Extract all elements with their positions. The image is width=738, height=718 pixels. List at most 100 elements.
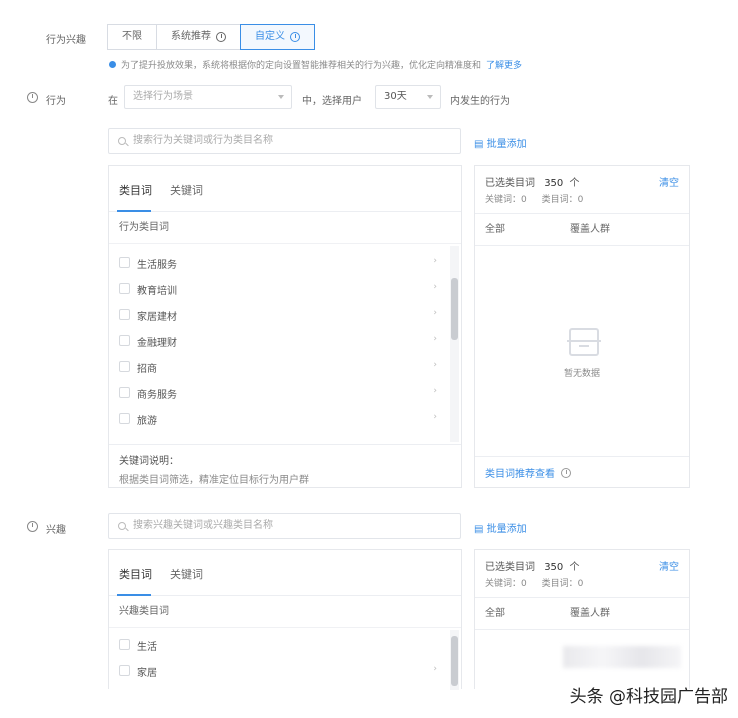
clear-button[interactable]: 清空 <box>659 174 679 189</box>
list-item-label: 商务服务 <box>137 390 177 401</box>
list-item[interactable]: 生活 <box>109 632 443 658</box>
behavior-search-input[interactable]: 搜索行为关键词或行为类目名称 <box>108 128 461 154</box>
checkbox[interactable] <box>119 309 130 320</box>
mode-tab-label: 自定义 <box>255 31 285 42</box>
mode-tab-unlimited[interactable]: 不限 <box>107 24 157 50</box>
list-item[interactable]: 旅游 › <box>109 406 443 432</box>
list-item-label: 教育培训 <box>137 286 177 297</box>
clear-button[interactable]: 清空 <box>659 558 679 573</box>
list-item-label: 金融理财 <box>137 338 177 349</box>
behavior-search-placeholder: 搜索行为关键词或行为类目名称 <box>133 135 273 146</box>
selected-footer: 类目词推荐查看 <box>475 456 689 487</box>
tab-category-words[interactable]: 类目词 <box>119 566 152 582</box>
scrollbar[interactable] <box>450 246 459 442</box>
scrollbar-thumb[interactable] <box>451 636 458 686</box>
tab-keywords[interactable]: 关键词 <box>170 566 203 582</box>
section-label-behavior-interest: 行为兴趣 <box>46 35 86 46</box>
mode-tab-label: 系统推荐 <box>171 31 211 42</box>
clock-icon <box>290 32 300 42</box>
list-item-label: 旅游 <box>137 416 157 427</box>
checkbox[interactable] <box>119 639 130 650</box>
chevron-right-icon: › <box>433 412 437 422</box>
chevron-down-icon <box>278 95 284 99</box>
selected-unit: 个 <box>569 562 580 573</box>
checkbox[interactable] <box>119 387 130 398</box>
checkbox[interactable] <box>119 361 130 372</box>
interest-search-placeholder: 搜索兴趣关键词或兴趣类目名称 <box>133 520 273 531</box>
list-item-label: 家居建材 <box>137 312 177 323</box>
mode-tab-recommend[interactable]: 系统推荐 <box>156 24 241 50</box>
behavior-desc-text: 根据类目词筛选，精准定位目标行为用户群 <box>119 475 309 486</box>
selected-title: 已选类目词 <box>485 562 535 573</box>
empty-text: 暂无数据 <box>563 369 600 379</box>
behavior-desc: 关键词说明： 根据类目词筛选，精准定位目标行为用户群 <box>109 444 461 487</box>
behavior-desc-title: 关键词说明： <box>119 456 179 467</box>
interest-search-input[interactable]: 搜索兴趣关键词或兴趣类目名称 <box>108 513 461 539</box>
chevron-down-icon <box>427 95 433 99</box>
interest-panel-subhead: 兴趣类目词 <box>109 596 461 628</box>
selected-header: 已选类目词 350 个 清空 关键词：0 类目词：0 <box>475 166 689 214</box>
chevron-right-icon: › <box>433 386 437 396</box>
mode-tab-label: 不限 <box>122 31 142 42</box>
list-item[interactable]: 商务服务 › <box>109 380 443 406</box>
notice-link[interactable]: 了解更多 <box>486 58 522 71</box>
behavior-word-panel: 类目词 关键词 行为类目词 生活服务 › 教育培训 › 家居建材 › 金融理财 … <box>108 165 462 488</box>
list-item[interactable]: 招商 › <box>109 354 443 380</box>
chevron-right-icon: › <box>433 308 437 318</box>
col-all[interactable]: 全部 <box>485 214 505 246</box>
interest-panel-tabs: 类目词 关键词 <box>109 550 461 596</box>
mode-tab-custom[interactable]: 自定义 <box>240 24 315 50</box>
clock-icon <box>27 92 38 103</box>
selected-count: 350 <box>544 178 564 189</box>
list-item-label: 生活 <box>137 642 157 653</box>
chevron-right-icon: › <box>433 360 437 370</box>
selected-columns: 全部 覆盖人群 <box>475 214 689 246</box>
behavior-days-value: 30天 <box>384 91 407 102</box>
scrollbar[interactable] <box>450 630 459 690</box>
list-item-label: 招商 <box>137 364 157 375</box>
behavior-middle-text: 中，选择用户 <box>302 96 362 107</box>
scrollbar-thumb[interactable] <box>451 278 458 340</box>
behavior-days-select[interactable]: 30天 <box>375 85 441 109</box>
behavior-label: 行为 <box>46 96 66 107</box>
tab-category-words[interactable]: 类目词 <box>119 182 152 198</box>
checkbox[interactable] <box>119 283 130 294</box>
interest-batch-add-button[interactable]: ▤ 批量添加 <box>474 520 527 535</box>
batch-add-label: 批量添加 <box>486 139 527 150</box>
footer-link[interactable]: 类目词推荐查看 <box>485 469 555 480</box>
chevron-right-icon: › <box>433 664 437 674</box>
behavior-scene-select[interactable]: 选择行为场景 <box>124 85 292 109</box>
selected-sub-categories: 类目词：0 <box>541 195 584 205</box>
selected-sub-categories: 类目词：0 <box>541 579 584 589</box>
list-item[interactable]: 教育培训 › <box>109 276 443 302</box>
selected-sub-keywords: 关键词：0 <box>485 195 527 205</box>
col-all[interactable]: 全部 <box>485 598 505 630</box>
list-item[interactable]: 金融理财 › <box>109 328 443 354</box>
chevron-right-icon: › <box>433 334 437 344</box>
list-item[interactable]: 家居建材 › <box>109 302 443 328</box>
checkbox[interactable] <box>119 665 130 676</box>
selected-unit: 个 <box>569 178 580 189</box>
search-icon <box>118 522 126 530</box>
list-item[interactable]: 家居 › <box>109 658 443 684</box>
interest-label: 兴趣 <box>46 525 66 536</box>
behavior-batch-add-button[interactable]: ▤ 批量添加 <box>474 135 527 150</box>
behavior-panel-tabs: 类目词 关键词 <box>109 166 461 212</box>
selected-count: 350 <box>544 562 564 573</box>
info-dot-icon <box>109 61 116 68</box>
mode-selector: 不限 系统推荐 自定义 <box>107 24 315 50</box>
checkbox[interactable] <box>119 257 130 268</box>
interest-word-panel: 类目词 关键词 兴趣类目词 生活 家居 › <box>108 549 462 690</box>
active-tab-indicator <box>117 210 151 212</box>
checkbox[interactable] <box>119 335 130 346</box>
list-item-label: 生活服务 <box>137 260 177 271</box>
selected-title: 已选类目词 <box>485 178 535 189</box>
behavior-selected-panel: 已选类目词 350 个 清空 关键词：0 类目词：0 全部 覆盖人群 暂无数据 … <box>474 165 690 488</box>
selected-columns: 全部 覆盖人群 <box>475 598 689 630</box>
tab-keywords[interactable]: 关键词 <box>170 182 203 198</box>
selected-header: 已选类目词 350 个 清空 关键词：0 类目词：0 <box>475 550 689 598</box>
chevron-right-icon: › <box>433 282 437 292</box>
checkbox[interactable] <box>119 413 130 424</box>
list-item[interactable]: 生活服务 › <box>109 250 443 276</box>
notice-text: 为了提升投放效果，系统将根据你的定向设置智能推荐相关的行为兴趣，优化定向精准度和… <box>121 61 481 71</box>
